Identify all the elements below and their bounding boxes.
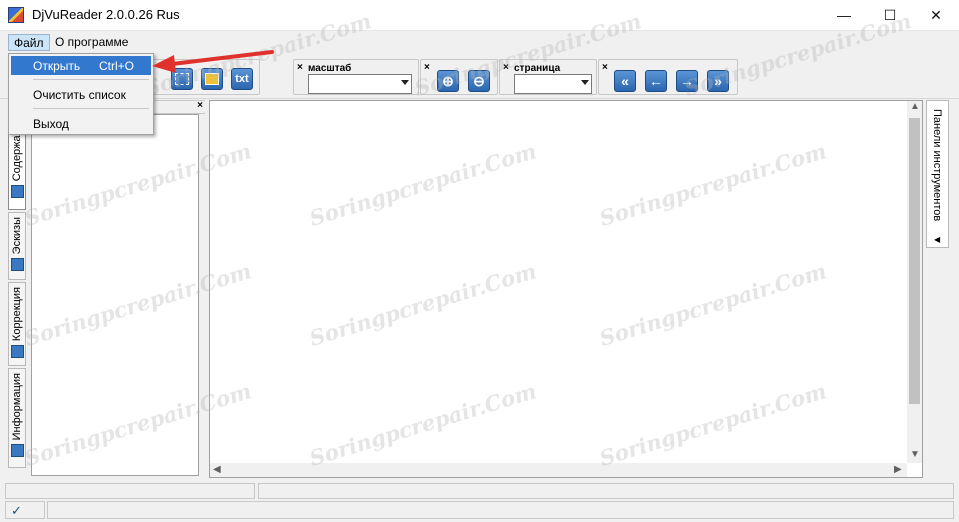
thumbnails-icon — [10, 258, 24, 272]
tab-information[interactable]: Информация — [8, 368, 26, 468]
status-field-2 — [258, 483, 954, 499]
contents-list[interactable] — [31, 114, 199, 476]
menu-file[interactable]: Файл — [8, 34, 50, 51]
next-page-button[interactable]: → — [676, 70, 698, 92]
menu-clear-list-label: Очистить список — [33, 88, 126, 102]
close-icon: ✕ — [930, 6, 942, 23]
check-icon: ✓ — [11, 503, 22, 518]
vertical-scroll-thumb[interactable] — [909, 118, 920, 404]
menu-clear-list-item[interactable]: Очистить список — [11, 85, 151, 104]
tab-correction-label: Коррекция — [11, 287, 23, 342]
menu-open-shortcut: Ctrl+O — [99, 59, 135, 73]
first-page-icon: « — [621, 73, 629, 89]
maximize-button[interactable]: ☐ — [867, 0, 913, 30]
prev-page-button[interactable]: ← — [645, 70, 667, 92]
menu-open-item[interactable]: Открыть Ctrl+O — [11, 56, 151, 75]
title-bar: DjVuReader 2.0.0.26 Rus — ☐ ✕ — [0, 0, 959, 31]
menu-open-label: Открыть — [33, 59, 81, 73]
minimize-icon: — — [837, 7, 851, 23]
chevron-down-icon — [581, 80, 589, 85]
menu-separator — [33, 108, 149, 109]
wrench-icon — [10, 345, 24, 359]
last-page-button[interactable]: » — [707, 70, 729, 92]
left-panel-close-icon[interactable]: × — [197, 100, 203, 111]
zoom-buttons-close-icon[interactable]: × — [424, 62, 430, 73]
app-icon — [8, 7, 24, 23]
page-label: страница — [514, 63, 561, 74]
last-page-icon: » — [714, 73, 722, 89]
menu-bar: Файл О программе — [0, 31, 959, 53]
tab-thumbnails-label: Эскизы — [11, 217, 23, 255]
toolbars-panel-tab[interactable]: Панели инструментов ◀ — [926, 100, 949, 248]
status-field-1 — [5, 483, 255, 499]
zoom-label: масштаб — [308, 63, 352, 74]
file-menu-dropdown: Открыть Ctrl+O Очистить список Выход — [8, 53, 154, 135]
menu-exit-item[interactable]: Выход — [11, 114, 151, 133]
horizontal-scrollbar[interactable]: ◀ ▶ — [210, 463, 907, 477]
zoom-group-close-icon[interactable]: × — [297, 62, 303, 73]
tab-thumbnails[interactable]: Эскизы — [8, 212, 26, 280]
toolbars-panel-label: Панели инструментов — [931, 109, 943, 222]
red-arrow-annotation — [152, 50, 274, 73]
contents-icon — [10, 185, 24, 199]
left-panel: × — [28, 100, 205, 480]
menu-exit-label: Выход — [33, 117, 69, 131]
zoom-in-icon: ⊕ — [442, 72, 454, 89]
info-icon — [10, 444, 24, 458]
zoom-buttons-group: × ⊕ ⊖ — [420, 59, 498, 95]
zoom-in-button[interactable]: ⊕ — [437, 70, 459, 92]
status-field-icon: ✓ — [5, 501, 45, 519]
triangle-left-icon: ◀ — [934, 235, 941, 244]
navigation-toolbar-group: × « ← → » — [598, 59, 738, 95]
scroll-up-icon[interactable]: ▲ — [910, 101, 920, 112]
document-area[interactable] — [209, 100, 923, 478]
menu-separator — [33, 79, 149, 80]
maximize-icon: ☐ — [883, 6, 897, 23]
navigation-group-close-icon[interactable]: × — [602, 62, 608, 73]
tab-information-label: Информация — [11, 373, 23, 441]
zoom-out-button[interactable]: ⊖ — [468, 70, 490, 92]
tab-correction[interactable]: Коррекция — [8, 282, 26, 366]
zoom-out-icon: ⊖ — [473, 72, 485, 89]
page-group-close-icon[interactable]: × — [503, 62, 509, 73]
close-button[interactable]: ✕ — [913, 0, 959, 30]
status-field-3 — [47, 501, 954, 519]
zoom-toolbar-group: × масштаб — [293, 59, 419, 95]
window-title: DjVuReader 2.0.0.26 Rus — [32, 7, 180, 22]
page-toolbar-group: × страница — [499, 59, 597, 95]
prev-page-icon: ← — [649, 73, 663, 89]
scroll-left-icon[interactable]: ◀ — [213, 464, 221, 475]
minimize-button[interactable]: — — [821, 0, 867, 30]
scroll-down-icon[interactable]: ▼ — [910, 449, 920, 460]
zoom-combo[interactable] — [308, 74, 412, 94]
first-page-button[interactable]: « — [614, 70, 636, 92]
chevron-down-icon — [401, 80, 409, 85]
scroll-right-icon[interactable]: ▶ — [894, 464, 902, 475]
next-page-icon: → — [680, 73, 694, 89]
menu-about[interactable]: О программе — [50, 34, 133, 51]
page-combo[interactable] — [514, 74, 592, 94]
